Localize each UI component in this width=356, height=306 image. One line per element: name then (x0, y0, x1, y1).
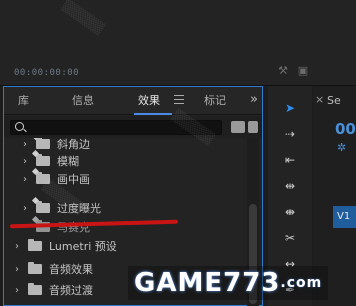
list-item-label: 音频过渡 (49, 284, 93, 297)
more-panels-icon[interactable]: » (250, 92, 258, 107)
list-item[interactable]: › 过度曝光 (20, 199, 101, 217)
tab-sequence[interactable]: Se (327, 94, 341, 107)
chevron-right-icon[interactable]: › (12, 285, 22, 296)
panel-tab-bar: 库 信息 效果 标记 » (4, 87, 262, 115)
search-box[interactable] (10, 120, 222, 135)
rolling-edit-tool-icon[interactable]: ⇹ (279, 178, 301, 194)
export-frame-icon[interactable]: ▣ (296, 64, 310, 78)
list-item[interactable]: › 斜角边 (20, 138, 90, 153)
yuv-effects-icon[interactable] (248, 121, 258, 133)
folder-icon (36, 201, 50, 213)
selection-tool-icon[interactable]: ➤ (279, 100, 301, 116)
app-window: 00:00:00:00 ⚒ ▣ 库 信息 效果 标记 » › 斜角边 › 模糊 … (0, 0, 356, 306)
chevron-right-icon[interactable]: › (20, 156, 30, 167)
tab-info[interactable]: 信息 (72, 94, 94, 108)
list-item-label: 画中画 (57, 173, 90, 186)
search-input[interactable] (29, 121, 219, 134)
timeline-timecode[interactable]: 00 (335, 120, 356, 138)
track-select-tool-icon[interactable]: ⇢ (279, 126, 301, 142)
search-icon (15, 122, 24, 131)
monitor-timecode[interactable]: 00:00:00:00 (14, 68, 79, 78)
folder-icon (28, 262, 42, 274)
chevron-right-icon[interactable]: › (12, 264, 22, 275)
folder-icon (28, 239, 42, 251)
folder-icon (36, 138, 50, 149)
track-v1-header[interactable]: V1 (333, 206, 356, 228)
chevron-right-icon[interactable]: › (20, 139, 30, 150)
list-item[interactable]: › 模糊 (20, 152, 79, 170)
site-logo: GAME773 .com (128, 266, 329, 300)
list-item-label: 斜角边 (57, 138, 90, 151)
chevron-right-icon[interactable]: › (12, 241, 22, 252)
close-icon[interactable]: × (315, 93, 324, 106)
snap-icon[interactable]: ✲ (337, 141, 346, 154)
accelerated-effects-icon[interactable] (231, 121, 245, 133)
program-monitor: 00:00:00:00 ⚒ ▣ (0, 0, 356, 86)
list-item[interactable]: › 音频效果 (12, 260, 93, 278)
folder-icon (36, 172, 50, 184)
list-item-label: 模糊 (57, 155, 79, 168)
list-item[interactable]: › Lumetri 预设 (12, 237, 117, 255)
logo-suffix: .com (280, 275, 323, 291)
panel-menu-icon[interactable] (174, 95, 184, 105)
list-item-label: 音频效果 (49, 263, 93, 276)
ripple-edit-tool-icon[interactable]: ⇤ (279, 152, 301, 168)
wrench-icon[interactable]: ⚒ (276, 64, 290, 78)
folder-icon (28, 283, 42, 295)
active-tab-indicator (134, 113, 172, 115)
folder-icon (36, 154, 50, 166)
tab-effects[interactable]: 效果 (138, 94, 160, 108)
list-item-label: Lumetri 预设 (49, 240, 117, 253)
list-item[interactable]: › 音频过渡 (12, 281, 93, 299)
search-row (4, 116, 262, 138)
razor-tool-icon[interactable]: ✂ (279, 230, 301, 246)
logo-text: GAME773 (134, 268, 281, 298)
chevron-right-icon[interactable]: › (20, 174, 30, 185)
list-item-label: 过度曝光 (57, 202, 101, 215)
chevron-right-icon[interactable]: › (20, 203, 30, 214)
tab-markers[interactable]: 标记 (204, 94, 226, 108)
list-item[interactable]: › 画中画 (20, 170, 90, 188)
rate-stretch-tool-icon[interactable]: ⇼ (279, 204, 301, 220)
tab-library[interactable]: 库 (18, 94, 29, 108)
